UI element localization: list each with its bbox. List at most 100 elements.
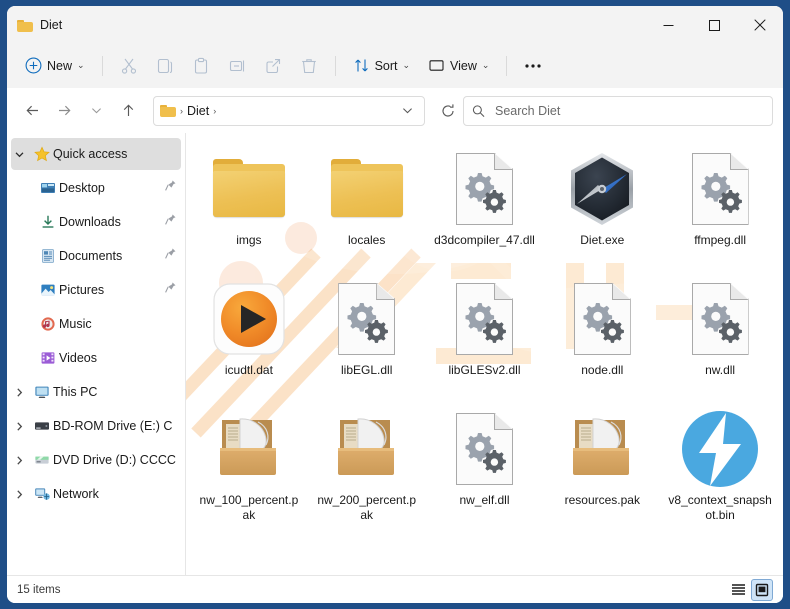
sort-arrows-icon <box>354 59 368 72</box>
sidebar-item-network[interactable]: Network <box>7 477 185 511</box>
folder-icon <box>329 159 405 219</box>
sort-button[interactable]: Sort ⌄ <box>345 51 418 81</box>
file-explorer-window: Diet New ⌄ Sort ⌄ View ⌄ › Diet › Search… <box>7 6 783 603</box>
monitor-icon <box>429 60 444 71</box>
chevron-down-icon[interactable] <box>7 149 31 160</box>
file-icon-container <box>442 147 526 231</box>
maximize-button[interactable] <box>691 6 737 44</box>
list-view-icon[interactable] <box>727 579 749 601</box>
file-item[interactable]: libEGL.dll <box>308 271 426 401</box>
dll-gears-icon <box>455 153 513 225</box>
search-box[interactable] <box>463 95 773 126</box>
back-button[interactable] <box>17 96 47 126</box>
file-item[interactable]: v8_context_snapshot.bin <box>661 401 779 531</box>
sidebar-item-desktop[interactable]: Desktop <box>7 171 185 205</box>
copy-button[interactable] <box>148 51 182 81</box>
folder-front <box>330 171 403 217</box>
chevron-right-icon[interactable] <box>7 387 31 398</box>
file-item[interactable]: node.dll <box>543 271 661 401</box>
sidebar-item-dvd-drive-d-cccc[interactable]: DVD Drive (D:) CCCC <box>7 443 185 477</box>
file-item[interactable]: nw_100_percent.pak <box>190 401 308 531</box>
toolbar-divider-2 <box>334 55 336 76</box>
paste-button[interactable] <box>184 51 218 81</box>
chevron-down-icon <box>402 108 412 114</box>
sidebar-item-label: Network <box>53 487 99 501</box>
file-name-label: d3dcompiler_47.dll <box>434 233 535 247</box>
file-item[interactable]: resources.pak <box>543 401 661 531</box>
file-item[interactable]: nw.dll <box>661 271 779 401</box>
up-button[interactable] <box>113 96 143 126</box>
large-icons-view-icon[interactable] <box>751 578 773 601</box>
delete-button[interactable] <box>292 51 326 81</box>
new-button-label: New <box>47 58 73 73</box>
recent-locations-button[interactable] <box>81 96 111 126</box>
breadcrumb-dropdown-button[interactable] <box>396 99 418 123</box>
chevron-right-icon[interactable] <box>7 455 31 466</box>
file-name-label: imgs <box>236 233 262 247</box>
view-button[interactable]: View ⌄ <box>420 51 497 81</box>
pin-icon[interactable] <box>164 213 177 231</box>
cut-button[interactable] <box>112 51 146 81</box>
file-item[interactable]: nw_elf.dll <box>426 401 544 531</box>
rename-button[interactable] <box>220 51 254 81</box>
sidebar-item-downloads[interactable]: Downloads <box>7 205 185 239</box>
sidebar-item-quick-access[interactable]: Quick access <box>7 137 185 171</box>
chevron-right-icon[interactable] <box>7 421 31 432</box>
chevron-right-icon[interactable] <box>7 489 31 500</box>
breadcrumb-item-diet[interactable]: Diet <box>187 104 209 118</box>
search-input[interactable] <box>492 102 764 119</box>
status-bar: 15 items <box>7 575 783 603</box>
download-icon <box>37 214 59 230</box>
file-name-label: libEGL.dll <box>341 363 393 377</box>
ellipsis-icon <box>525 63 542 68</box>
breadcrumb-bar[interactable]: › Diet › <box>153 95 425 126</box>
minimize-button[interactable] <box>645 6 691 44</box>
bd-rom-drive-icon <box>31 418 53 434</box>
trash-icon <box>301 58 316 73</box>
folder-icon <box>160 104 176 117</box>
breadcrumb-right-controls <box>396 99 418 123</box>
share-icon <box>266 58 280 73</box>
sidebar-item-videos[interactable]: Videos <box>7 341 185 375</box>
chevron-down-icon: ⌄ <box>77 60 85 70</box>
file-icon-container <box>325 277 409 361</box>
close-button[interactable] <box>737 6 783 44</box>
file-icon-container <box>207 147 291 231</box>
new-button[interactable]: New ⌄ <box>17 51 93 81</box>
share-button[interactable] <box>256 51 290 81</box>
file-item[interactable]: libGLESv2.dll <box>426 271 544 401</box>
refresh-button[interactable] <box>435 98 461 124</box>
pin-icon[interactable] <box>164 179 177 197</box>
file-item[interactable]: Diet.exe <box>543 141 661 271</box>
file-icon-container <box>678 407 762 491</box>
sidebar-item-label: This PC <box>53 385 98 399</box>
sidebar-item-music[interactable]: Music <box>7 307 185 341</box>
sidebar-item-bd-rom-drive-e-c[interactable]: BD-ROM Drive (E:) C <box>7 409 185 443</box>
network-icon <box>31 486 53 502</box>
pin-icon[interactable] <box>164 281 177 299</box>
plus-circle-icon <box>25 57 42 74</box>
clipboard-icon <box>194 57 207 74</box>
chevron-down-icon: ⌄ <box>402 60 411 70</box>
file-item[interactable]: locales <box>308 141 426 271</box>
forward-button[interactable] <box>49 96 79 126</box>
this-pc-icon <box>31 384 53 400</box>
toolbar-divider-1 <box>101 55 103 76</box>
file-item[interactable]: icudtl.dat <box>190 271 308 401</box>
file-icon-container <box>207 277 291 361</box>
file-item[interactable]: nw_200_percent.pak <box>308 401 426 531</box>
sidebar-item-label: Quick access <box>53 147 128 161</box>
file-list-pane[interactable]: imgs locales d3dcompiler_47.dll Diet.exe… <box>185 133 783 575</box>
open-box-icon <box>337 418 394 475</box>
pictures-icon <box>37 282 59 298</box>
sidebar-item-pictures[interactable]: Pictures <box>7 273 185 307</box>
sidebar-item-this-pc[interactable]: This PC <box>7 375 185 409</box>
file-item[interactable]: d3dcompiler_47.dll <box>426 141 544 271</box>
pin-icon[interactable] <box>164 247 177 265</box>
file-item[interactable]: imgs <box>190 141 308 271</box>
see-more-button[interactable] <box>516 51 550 81</box>
desktop-icon <box>37 180 59 196</box>
sidebar-item-label: Downloads <box>59 215 121 229</box>
file-item[interactable]: ffmpeg.dll <box>661 141 779 271</box>
sidebar-item-documents[interactable]: Documents <box>7 239 185 273</box>
